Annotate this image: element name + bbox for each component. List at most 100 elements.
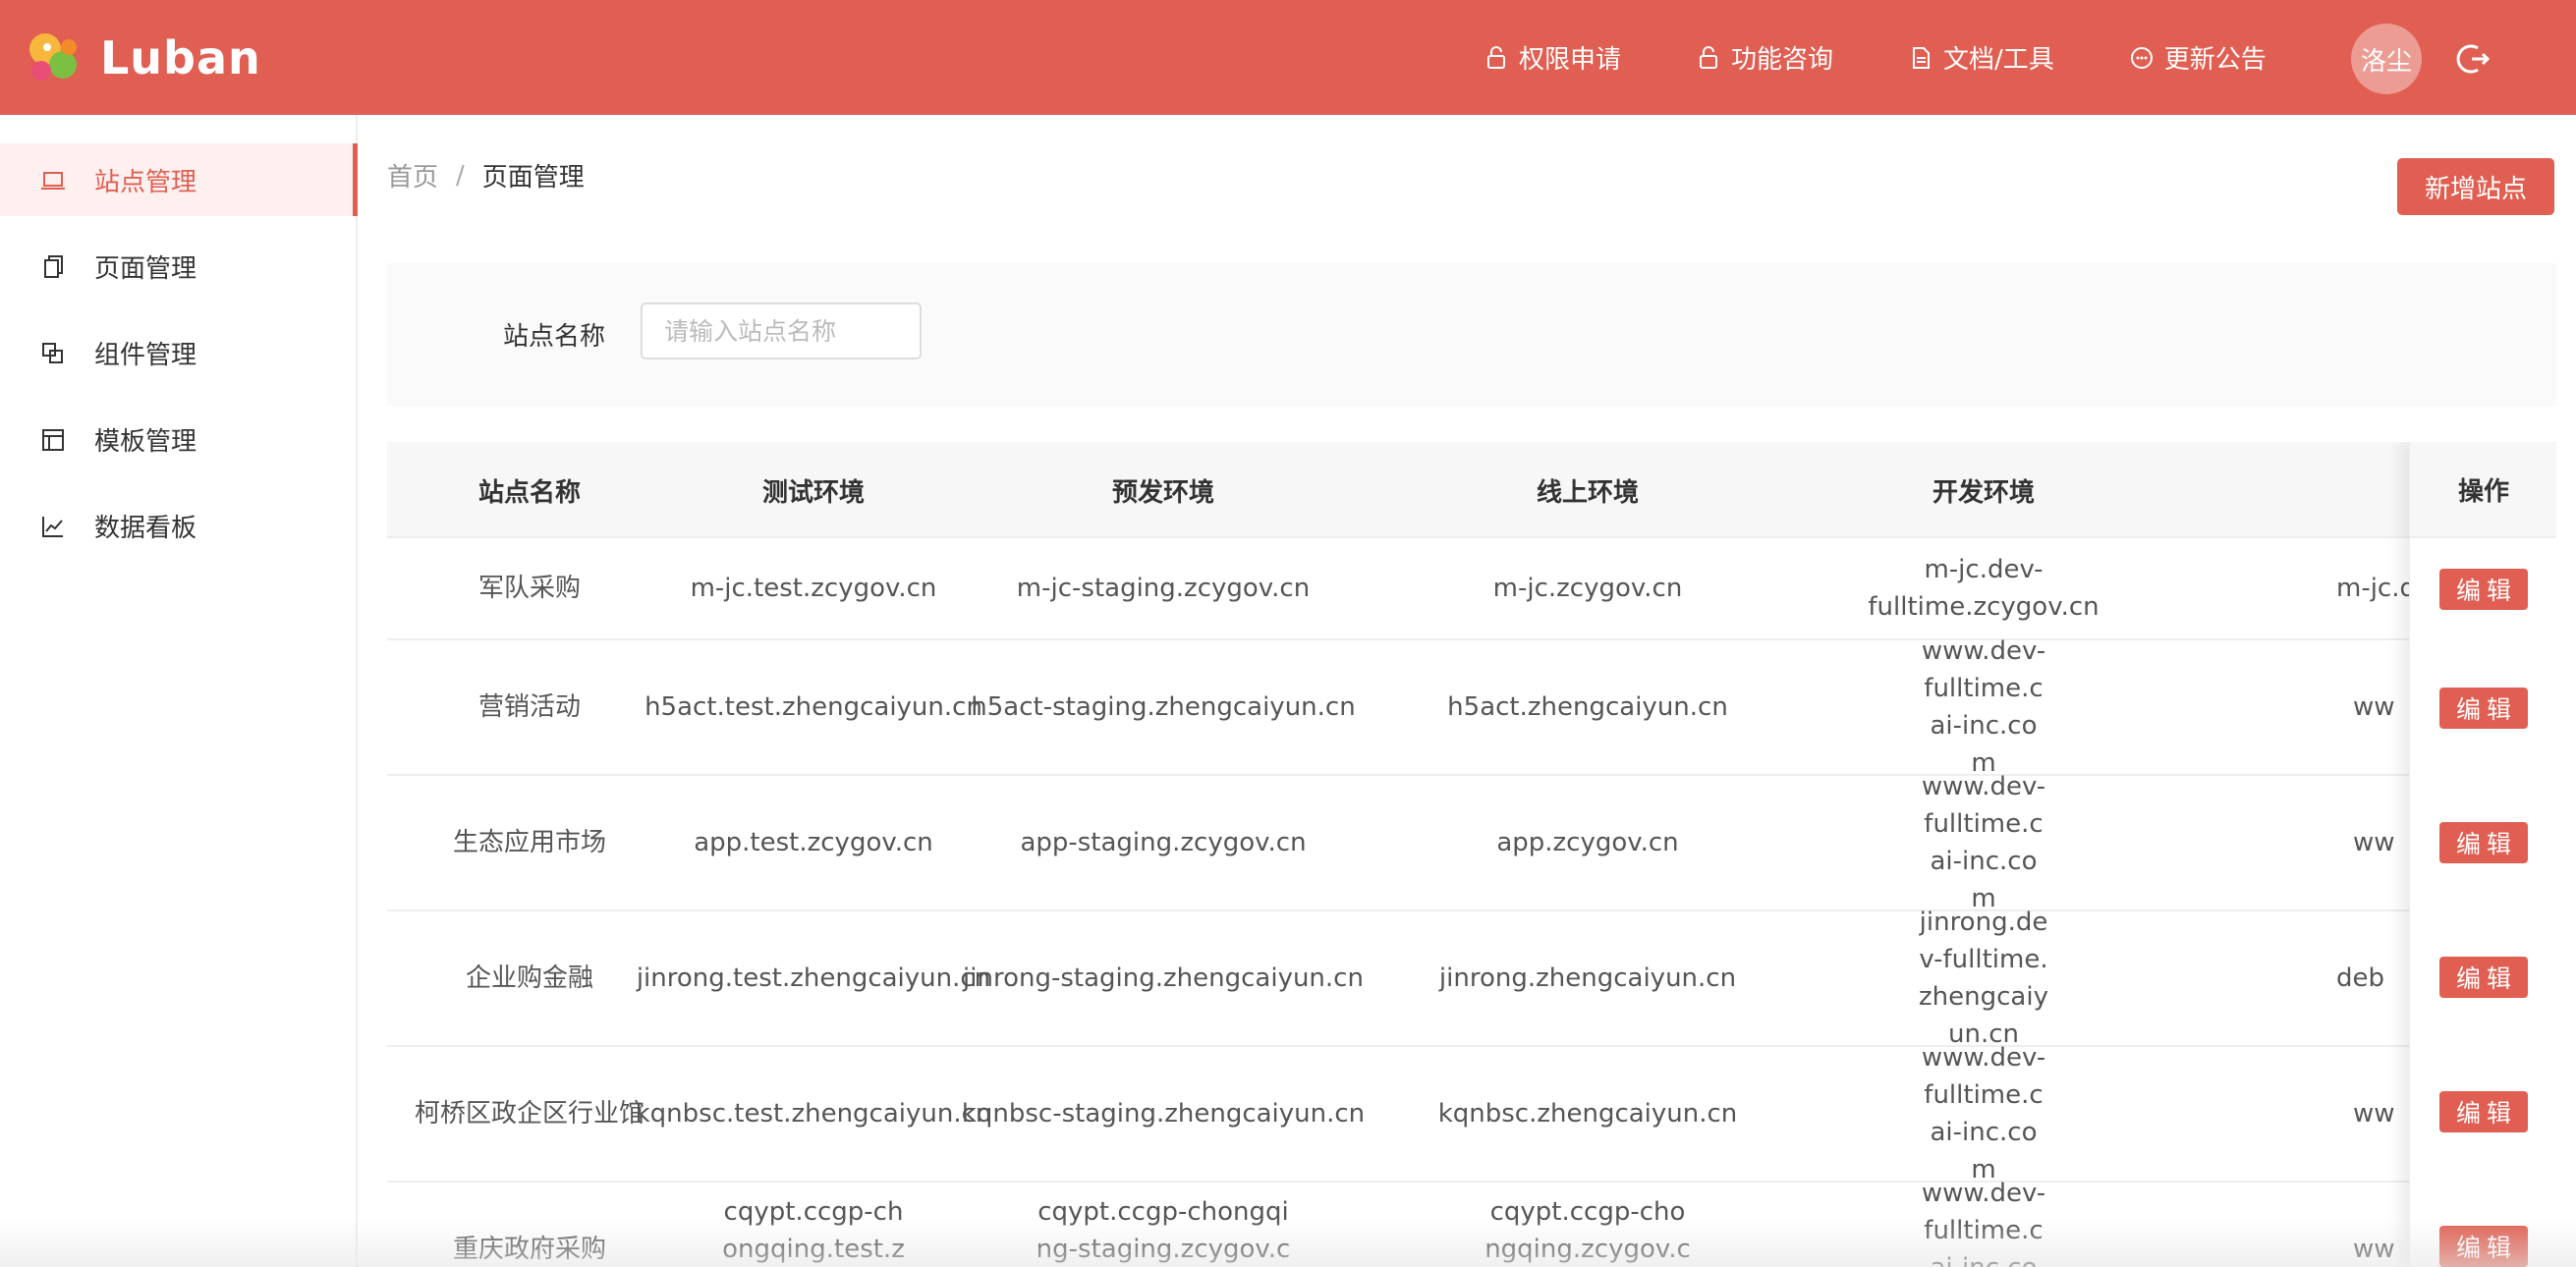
- cell-dev-env: www.dev-fulltime.cai-inc.com: [1921, 636, 2046, 778]
- edit-button[interactable]: 编辑: [2439, 688, 2528, 729]
- component-icon: [42, 343, 63, 363]
- cell-online-env: kqnbsc.zhengcaiyun.cn: [1437, 1099, 1738, 1129]
- sidebar-item-label: 站点管理: [94, 167, 197, 197]
- layout-icon: [42, 429, 64, 451]
- cell-site-name: 重庆政府采购: [452, 1235, 606, 1264]
- site-name-label: 站点名称: [503, 322, 606, 352]
- table-row: 企业购金融 jinrong.test.zhengcaiyun.cn jinron…: [387, 908, 2556, 1049]
- cell-extra-env: deb: [2336, 964, 2385, 993]
- message-icon: [2130, 46, 2153, 69]
- nav-label: 权限申请: [1519, 45, 1622, 75]
- cell-staging-env: cqypt.ccgp-chongqing-staging.zcygov.cn: [1036, 1197, 1291, 1264]
- table-row: 军队采购 m-jc.test.zcygov.cn m-jc-staging.zc…: [387, 538, 2556, 640]
- cell-dev-env: www.dev-fulltime.cai-inc.com: [1921, 1043, 2046, 1184]
- edit-button[interactable]: 编辑: [2439, 822, 2528, 863]
- cell-test-env: app.test.zcygov.cn: [694, 828, 933, 857]
- brand-name: Luban: [100, 31, 261, 84]
- nav-permission-apply[interactable]: 权限申请: [1484, 39, 1621, 76]
- column-header: 测试环境: [761, 477, 865, 508]
- cell-extra-env: m-jc.d: [2336, 574, 2409, 603]
- cell-site-name: 生态应用市场: [452, 828, 606, 857]
- sidebar-item-label: 组件管理: [94, 340, 197, 370]
- cell-staging-env: kqnbsc-staging.zhengcaiyun.cn: [961, 1099, 1366, 1129]
- table-row: 重庆政府采购 cqypt.ccgp-chongqing.test.zcygov.…: [387, 1179, 2556, 1267]
- sidebar-item-label: 模板管理: [94, 426, 197, 457]
- sidebar-item-page-management[interactable]: 页面管理: [0, 230, 356, 303]
- cell-dev-env: www.dev-fulltime.cai-inc.com: [1921, 1179, 2046, 1267]
- column-header-operations: 操作: [2410, 442, 2556, 538]
- column-header: 预发环境: [1111, 477, 1214, 508]
- cell-staging-env: h5act-staging.zhengcaiyun.cn: [971, 692, 1356, 722]
- cell-dev-env: m-jc.dev-fulltime.zcygov.cn: [1868, 555, 2100, 622]
- cell-test-env: jinrong.test.zhengcaiyun.cn: [636, 964, 991, 993]
- cell-staging-env: jinrong-staging.zhengcaiyun.cn: [963, 964, 1364, 993]
- nav-feature-consult[interactable]: 功能咨询: [1696, 39, 1833, 76]
- operations-column: 操作 编辑 编辑 编辑 编辑 编辑 编辑: [2409, 442, 2556, 1267]
- cell-extra-env: ww: [2353, 1235, 2395, 1264]
- cell-site-name: 企业购金融: [465, 964, 593, 993]
- table-header: 站点名称 测试环境 预发环境 线上环境 开发环境: [387, 442, 2556, 538]
- cell-staging-env: m-jc-staging.zcygov.cn: [1016, 574, 1311, 603]
- top-header: Luban 权限申请 功能咨询 文档/工具 更新公告 洛尘: [0, 0, 2576, 115]
- lock-icon: [1487, 45, 1505, 69]
- copy-icon: [44, 255, 63, 278]
- nav-label: 文档/工具: [1943, 45, 2054, 75]
- table-row: 生态应用市场 app.test.zcygov.cn app-staging.zc…: [387, 772, 2556, 913]
- breadcrumb-current: 页面管理: [481, 163, 585, 193]
- site-name-search-input[interactable]: [641, 303, 922, 359]
- nav-docs-tools[interactable]: 文档/工具: [1908, 39, 2054, 76]
- sidebar-item-site-management[interactable]: 站点管理: [0, 143, 358, 216]
- add-site-button[interactable]: 新增站点: [2397, 158, 2554, 215]
- cell-site-name: 营销活动: [477, 692, 581, 722]
- cell-test-env: m-jc.test.zcygov.cn: [690, 574, 937, 603]
- chart-line-icon: [42, 517, 63, 537]
- cell-site-name: 柯桥区政企区行业馆: [414, 1099, 644, 1129]
- luban-logo-icon: [29, 33, 77, 81]
- sidebar-item-data-dashboard[interactable]: 数据看板: [0, 489, 356, 562]
- nav-label: 功能咨询: [1731, 45, 1834, 75]
- breadcrumb: 首页 / 页面管理: [387, 157, 585, 193]
- cell-test-env: h5act.test.zhengcaiyun.cn: [644, 692, 982, 722]
- sidebar: 站点管理 页面管理 组件管理 模板管理 数据看板: [0, 115, 358, 1267]
- sidebar-item-label: 页面管理: [94, 253, 197, 284]
- cell-extra-env: ww: [2353, 692, 2395, 722]
- cell-site-name: 军队采购: [477, 574, 581, 603]
- breadcrumb-home[interactable]: 首页: [387, 157, 438, 193]
- table-row: 营销活动 h5act.test.zhengcaiyun.cn h5act-sta…: [387, 636, 2556, 778]
- edit-button[interactable]: 编辑: [2439, 569, 2528, 610]
- document-icon: [1913, 46, 1931, 69]
- breadcrumb-separator: /: [456, 160, 465, 191]
- column-header: 开发环境: [1932, 477, 2035, 508]
- cell-online-env: cqypt.ccgp-chongqing.zcygov.cn: [1484, 1197, 1691, 1264]
- cell-extra-env: ww: [2353, 828, 2395, 857]
- edit-button[interactable]: 编辑: [2439, 1226, 2528, 1267]
- cell-online-env: m-jc.zcygov.cn: [1492, 574, 1683, 603]
- cell-test-env: kqnbsc.test.zhengcaiyun.cn: [635, 1099, 992, 1129]
- cell-online-env: app.zcygov.cn: [1496, 828, 1679, 857]
- edit-button[interactable]: 编辑: [2439, 1091, 2528, 1132]
- nav-update-notice[interactable]: 更新公告: [2129, 39, 2267, 76]
- column-header: 线上环境: [1536, 477, 1639, 508]
- table-row: 柯桥区政企区行业馆 kqnbsc.test.zhengcaiyun.cn kqn…: [387, 1043, 2556, 1184]
- cell-dev-env: jinrong.dev-fulltime.zhengcaiyun.cn: [1919, 908, 2048, 1049]
- sites-table: 站点名称 测试环境 预发环境 线上环境 开发环境 军队采购 m-jc.test.…: [387, 442, 2556, 1267]
- cell-test-env: cqypt.ccgp-chongqing.test.zcygov.cn: [722, 1197, 905, 1264]
- sidebar-item-component-management[interactable]: 组件管理: [0, 316, 356, 389]
- cell-extra-env: ww: [2353, 1099, 2395, 1129]
- sidebar-item-template-management[interactable]: 模板管理: [0, 403, 356, 475]
- cell-online-env: h5act.zhengcaiyun.cn: [1447, 692, 1728, 722]
- nav-label: 更新公告: [2163, 45, 2267, 75]
- logout-icon[interactable]: [2456, 41, 2492, 77]
- user-avatar[interactable]: 洛尘: [2351, 24, 2422, 94]
- cell-staging-env: app-staging.zcygov.cn: [1020, 828, 1307, 857]
- edit-button[interactable]: 编辑: [2439, 957, 2528, 998]
- sidebar-item-label: 数据看板: [94, 513, 197, 543]
- filter-panel: 站点名称: [387, 263, 2556, 407]
- logo[interactable]: Luban: [24, 28, 261, 88]
- lock-icon: [1700, 45, 1718, 69]
- cell-dev-env: www.dev-fulltime.cai-inc.com: [1921, 772, 2046, 913]
- laptop-icon: [41, 172, 65, 190]
- top-nav: 权限申请 功能咨询 文档/工具 更新公告: [1484, 0, 2341, 115]
- cell-online-env: jinrong.zhengcaiyun.cn: [1438, 964, 1737, 993]
- column-header: 站点名称: [477, 477, 581, 508]
